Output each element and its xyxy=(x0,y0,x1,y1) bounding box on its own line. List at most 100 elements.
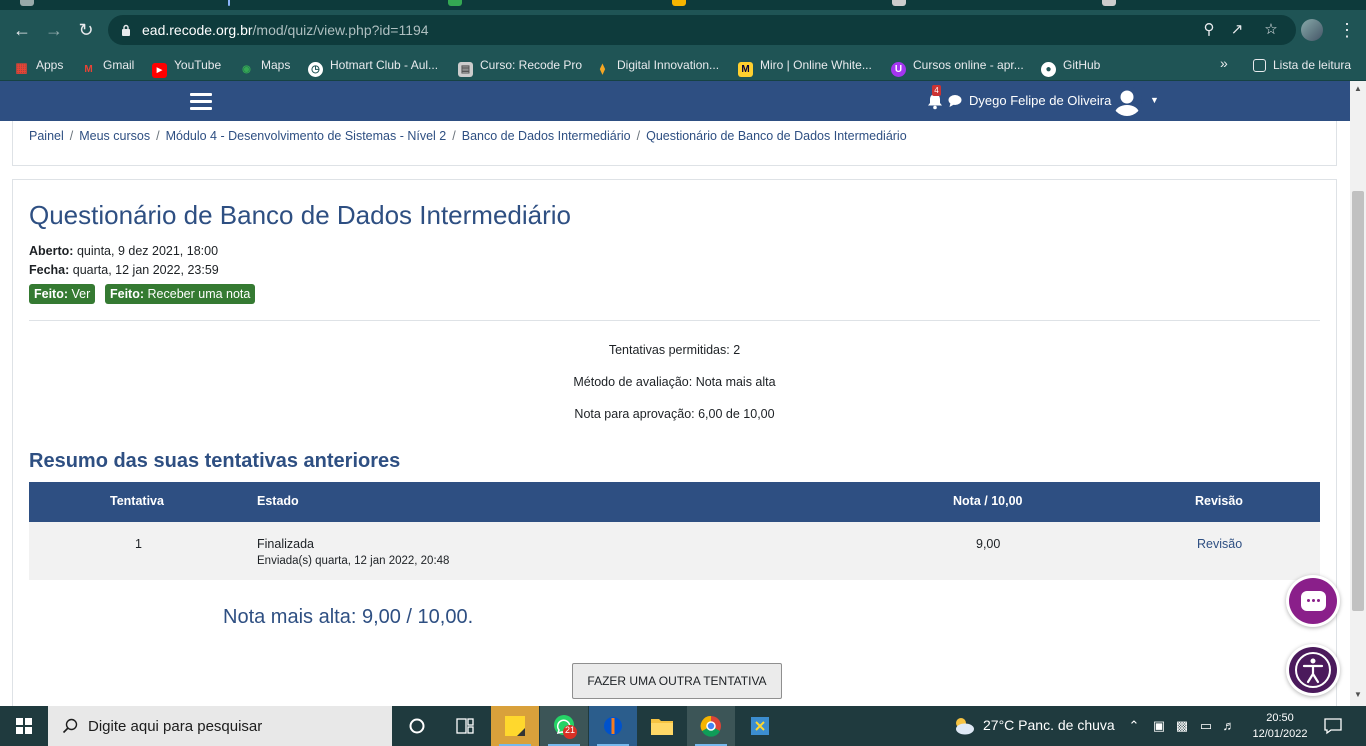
completion-badge-grade: Feito: Receber uma nota xyxy=(105,284,256,304)
taskbar-clock[interactable]: 20:50 12/01/2022 xyxy=(1252,710,1308,742)
closes-label: Fecha: xyxy=(29,263,70,277)
search-icon xyxy=(62,718,78,734)
notifications-center-icon[interactable] xyxy=(1323,717,1343,735)
reading-list-button[interactable]: Lista de leitura xyxy=(1253,57,1351,74)
bookmark-dio[interactable]: ⧫ Digital Innovation... xyxy=(595,57,719,75)
bookmark-youtube[interactable]: ▶ YouTube xyxy=(152,57,222,78)
attempts-summary-title: Resumo das suas tentativas anteriores xyxy=(29,450,401,472)
dio-icon: ⧫ xyxy=(600,64,605,75)
bookmark-maps[interactable]: ◉ Maps xyxy=(239,57,290,75)
bookmark-udemy[interactable]: U Cursos online - apr... xyxy=(891,57,1024,77)
breadcrumb-item-quiz[interactable]: Questionário de Banco de Dados Intermedi… xyxy=(646,129,907,143)
scroll-up-icon[interactable]: ▲ xyxy=(1354,84,1362,93)
bookmark-gmail[interactable]: M Gmail xyxy=(81,57,134,75)
attempts-allowed: Tentativas permitidas: 2 xyxy=(608,343,741,357)
messages-icon[interactable] xyxy=(948,94,962,108)
sourcetree-app[interactable] xyxy=(589,706,637,746)
reload-icon[interactable]: ↻ xyxy=(76,20,96,40)
windows-logo-icon xyxy=(16,718,32,734)
bookmark-recode[interactable]: ▤ Curso: Recode Pro xyxy=(458,57,582,77)
bookmark-label: Miro | Online White... xyxy=(760,58,872,72)
git-app-icon xyxy=(604,717,622,735)
miro-icon: M xyxy=(738,62,753,77)
sticky-notes-icon xyxy=(505,716,525,736)
notification-count-badge: 4 xyxy=(932,85,941,96)
lock-icon xyxy=(122,24,130,36)
chat-widget-button[interactable] xyxy=(1286,575,1340,627)
review-link[interactable]: Revisão xyxy=(1197,537,1242,551)
tab-favicon[interactable] xyxy=(20,0,34,6)
github-icon: ● xyxy=(1041,62,1056,77)
device-icon[interactable]: ▣ xyxy=(1151,718,1167,734)
breadcrumb-separator: / xyxy=(69,129,74,143)
taskbar-search-box[interactable]: Digite aqui para pesquisar xyxy=(48,706,392,746)
bookmark-label: Cursos online - apr... xyxy=(913,58,1024,72)
zoom-icon[interactable]: ⚲ xyxy=(1200,21,1218,39)
tab-separator xyxy=(228,0,230,6)
breadcrumb-item-module[interactable]: Módulo 4 - Desenvolvimento de Sistemas -… xyxy=(166,129,447,143)
network-icon[interactable]: ▩ xyxy=(1174,718,1190,734)
vscode-app[interactable] xyxy=(736,706,784,746)
bookmark-miro[interactable]: M Miro | Online White... xyxy=(738,57,872,77)
more-bookmarks-button[interactable]: » xyxy=(1220,55,1228,72)
browser-menu-icon[interactable]: ⋮ xyxy=(1338,19,1356,41)
bookmark-star-icon[interactable]: ☆ xyxy=(1262,21,1280,39)
retry-attempt-button[interactable]: Fazer uma outra tentativa xyxy=(572,663,782,699)
task-view-button[interactable] xyxy=(441,706,489,746)
completion-badge-view: Feito: Ver xyxy=(29,284,96,304)
clock-date: 12/01/2022 xyxy=(1252,728,1308,740)
tab-favicon[interactable] xyxy=(672,0,686,6)
accessibility-button[interactable] xyxy=(1286,644,1340,696)
sticky-notes-app[interactable] xyxy=(491,706,539,746)
maps-pin-icon: ◉ xyxy=(242,64,251,75)
divider xyxy=(29,320,1320,321)
gmail-icon: M xyxy=(84,64,93,75)
breadcrumb-item-section[interactable]: Banco de Dados Intermediário xyxy=(462,129,631,143)
file-explorer-app[interactable] xyxy=(638,706,686,746)
page-scrollbar[interactable]: ▲ ▼ xyxy=(1350,81,1366,706)
bookmark-github[interactable]: ● GitHub xyxy=(1041,57,1101,77)
tab-favicon[interactable] xyxy=(1102,0,1116,6)
scrollbar-thumb[interactable] xyxy=(1352,191,1364,611)
start-button[interactable] xyxy=(0,706,48,746)
chrome-app[interactable] xyxy=(687,706,735,746)
scroll-down-icon[interactable]: ▼ xyxy=(1354,690,1362,699)
bookmark-apps[interactable]: ▦ Apps xyxy=(14,57,63,75)
forward-arrow-icon[interactable]: → xyxy=(44,20,64,40)
bookmark-hotmart[interactable]: ◷ Hotmart Club - Aul... xyxy=(308,57,438,77)
column-header-grade: Nota / 10,00 xyxy=(953,494,1023,508)
profile-avatar[interactable] xyxy=(1301,19,1323,41)
battery-icon[interactable]: ▭ xyxy=(1198,718,1214,734)
column-header-attempt: Tentativa xyxy=(110,494,164,508)
cortana-button[interactable] xyxy=(393,706,441,746)
tab-favicon[interactable] xyxy=(448,0,462,6)
whatsapp-badge: 21 xyxy=(564,725,575,735)
badge-label: Feito: xyxy=(110,287,145,301)
bookmark-label: GitHub xyxy=(1063,58,1101,72)
back-arrow-icon[interactable]: ← xyxy=(12,20,32,40)
user-name[interactable]: Dyego Felipe de Oliveira xyxy=(969,93,1111,108)
tab-favicon[interactable] xyxy=(892,0,906,6)
opened-label: Aberto: xyxy=(29,244,74,258)
table-header: Tentativa Estado Nota / 10,00 Revisão xyxy=(29,482,1320,522)
share-icon[interactable]: ↗ xyxy=(1228,21,1246,39)
volume-icon[interactable]: ♬ xyxy=(1221,718,1237,734)
grading-method: Método de avaliação: Nota mais alta xyxy=(573,375,776,389)
page-title: Questionário de Banco de Dados Intermedi… xyxy=(29,200,571,230)
apps-grid-icon: ▦ xyxy=(15,60,28,75)
quiz-card: Questionário de Banco de Dados Intermedi… xyxy=(12,179,1337,706)
attempt-state: Finalizada xyxy=(257,537,314,551)
whatsapp-app[interactable]: 21 xyxy=(540,706,588,746)
hamburger-menu-icon[interactable] xyxy=(190,93,212,110)
breadcrumb-item-dashboard[interactable]: Painel xyxy=(29,129,64,143)
user-avatar[interactable] xyxy=(1112,86,1142,116)
closes-value: quarta, 12 jan 2022, 23:59 xyxy=(72,263,219,277)
chevron-up-icon[interactable]: ⌃ xyxy=(1126,718,1142,734)
attempt-grade: 9,00 xyxy=(976,537,1001,551)
bookmark-label: YouTube xyxy=(174,58,222,72)
user-avatar-icon xyxy=(1115,90,1139,116)
chevron-down-icon[interactable]: ▼ xyxy=(1150,95,1159,105)
breadcrumb-item-my-courses[interactable]: Meus cursos xyxy=(79,129,150,143)
weather-text[interactable]: 27°C Panc. de chuva xyxy=(983,717,1115,733)
address-bar[interactable]: ead.recode.org.br/mod/quiz/view.php?id=1… xyxy=(108,15,1296,45)
